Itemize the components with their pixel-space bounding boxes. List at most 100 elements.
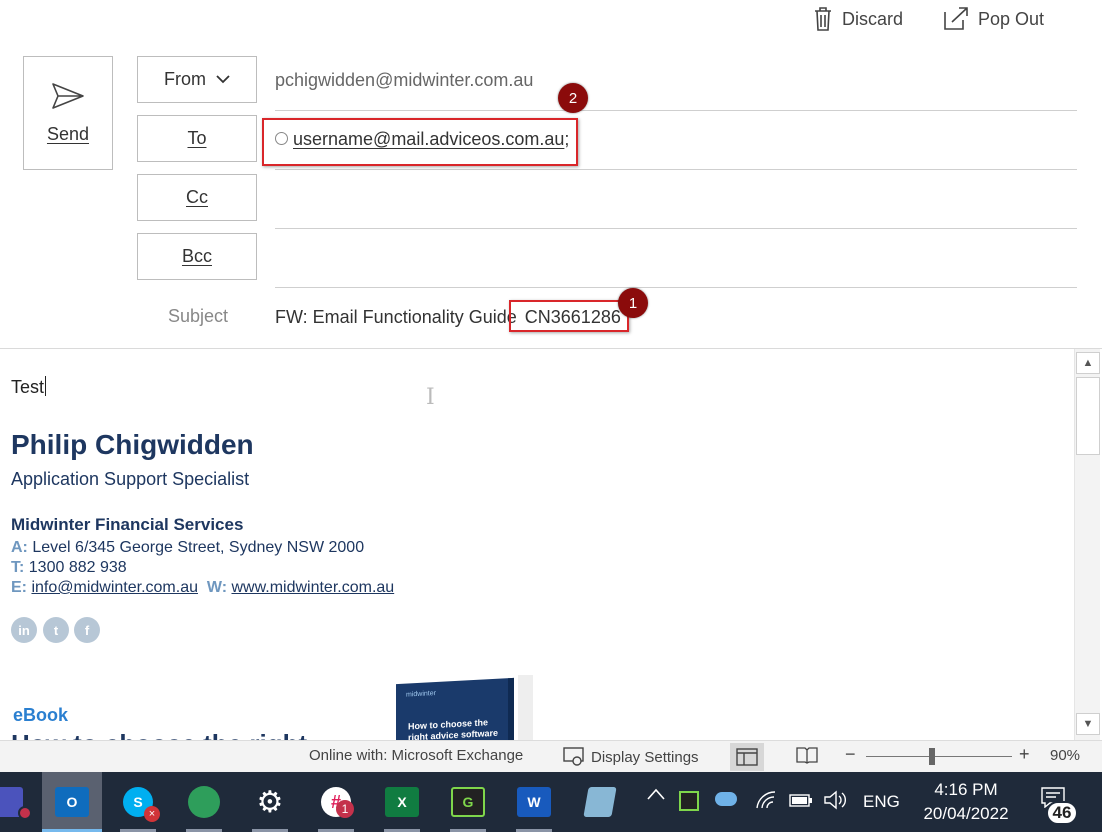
message-body[interactable]: Test I Philip Chigwidden Application Sup… — [0, 349, 1074, 740]
reading-view-button[interactable] — [796, 746, 818, 764]
clock-date: 20/04/2022 — [923, 804, 1009, 823]
send-icon — [52, 82, 84, 109]
ebook-title: How to choose the right — [11, 729, 307, 740]
signature-phone: T: 1300 882 938 — [11, 559, 127, 576]
from-button[interactable]: From — [137, 56, 257, 103]
status-bar: Online with: Microsoft Exchange Display … — [0, 740, 1102, 772]
greenshot-tray-icon[interactable] — [679, 791, 699, 811]
battery-tray-icon[interactable] — [789, 792, 813, 808]
zoom-in-button[interactable]: + — [1019, 744, 1030, 765]
wifi-tray-icon[interactable] — [755, 790, 777, 810]
book-edge — [518, 675, 533, 740]
to-divider — [275, 169, 1077, 170]
word-app[interactable]: W — [504, 772, 564, 832]
from-address: pchigwidden@midwinter.com.au — [275, 70, 534, 90]
clock-time: 4:16 PM — [934, 780, 998, 799]
to-button[interactable]: To — [137, 115, 257, 162]
text-caret — [45, 376, 47, 396]
windows-taskbar: O S × ⚙ # 1 X G W ENG 4:16 PM 20/04/2022… — [0, 772, 1102, 832]
send-button[interactable]: Send — [23, 56, 113, 170]
notepad-icon — [583, 787, 617, 817]
ibeam-cursor-icon: I — [426, 385, 435, 410]
speaker-icon — [824, 790, 846, 810]
gear-icon: ⚙ — [256, 785, 284, 819]
notepad-app[interactable] — [570, 772, 630, 832]
ebook-label: eBook — [13, 705, 69, 725]
annotation-marker-1: 1 — [618, 288, 648, 318]
scroll-up-button[interactable]: ▲ — [1076, 352, 1100, 374]
discard-button[interactable]: Discard — [812, 4, 903, 34]
globe-app[interactable] — [174, 772, 234, 832]
teams-status-dot — [18, 806, 32, 820]
excel-icon: X — [385, 787, 419, 817]
taskbar-clock[interactable]: 4:16 PM 20/04/2022 — [914, 778, 1018, 826]
skype-error-badge: × — [144, 806, 160, 822]
cc-field[interactable] — [275, 228, 1077, 229]
trash-icon — [815, 7, 831, 31]
display-settings-label: Display Settings — [591, 748, 699, 766]
greenshot-app[interactable]: G — [438, 772, 498, 832]
globe-icon — [188, 786, 220, 818]
zoom-out-button[interactable]: − — [845, 744, 856, 765]
pop-out-label: Pop Out — [978, 8, 1045, 29]
bcc-button[interactable]: Bcc — [137, 233, 257, 280]
outlook-icon: O — [55, 787, 89, 817]
send-label: Send — [46, 123, 90, 144]
discard-label: Discard — [842, 8, 904, 29]
word-icon: W — [517, 787, 551, 817]
cc-button[interactable]: Cc — [137, 174, 257, 221]
show-hidden-icons-button[interactable] — [647, 788, 665, 800]
teams-app[interactable] — [0, 772, 38, 832]
greenshot-tray-glyph — [679, 791, 699, 811]
from-divider — [275, 110, 1077, 111]
bcc-label: Bcc — [181, 246, 212, 266]
volume-tray-icon[interactable] — [823, 790, 847, 810]
twitter-icon[interactable]: t — [43, 617, 69, 643]
pop-out-icon — [944, 7, 968, 30]
notification-count-badge: 46 — [1046, 801, 1078, 825]
body-scrollbar[interactable]: ▲ ▼ — [1074, 349, 1100, 740]
zoom-percent[interactable]: 90% — [1050, 747, 1080, 764]
from-label: From — [164, 69, 206, 89]
book-title: How to choose the right advice software — [408, 717, 499, 740]
greenshot-icon: G — [451, 787, 485, 817]
signature-name: Philip Chigwidden — [11, 429, 254, 460]
scroll-thumb[interactable] — [1076, 377, 1100, 455]
ebook-cover-image[interactable]: midwinter How to choose the right advice… — [396, 677, 514, 740]
linkedin-icon[interactable]: in — [11, 617, 37, 643]
zoom-slider-thumb[interactable] — [929, 748, 935, 765]
display-settings-button[interactable]: Display Settings — [563, 747, 699, 767]
facebook-icon[interactable]: f — [74, 617, 100, 643]
language-indicator[interactable]: ENG — [863, 792, 900, 812]
chevron-up-icon — [647, 788, 665, 800]
cc-label: Cc — [186, 187, 208, 207]
to-label: To — [187, 128, 207, 148]
signature-contact: E: info@midwinter.com.au W: www.midwinte… — [11, 579, 395, 596]
signature-web-link[interactable]: www.midwinter.com.au — [231, 579, 394, 596]
annotation-marker-2: 2 — [558, 83, 588, 113]
normal-view-button[interactable] — [730, 743, 764, 771]
bcc-field[interactable] — [275, 287, 1077, 288]
signature-email-link[interactable]: info@midwinter.com.au — [31, 579, 198, 596]
scroll-down-button[interactable]: ▼ — [1076, 713, 1100, 735]
pop-out-button[interactable]: Pop Out — [942, 4, 1044, 34]
slack-app[interactable]: # 1 — [306, 772, 366, 832]
skype-app[interactable]: S × — [108, 772, 168, 832]
excel-app[interactable]: X — [372, 772, 432, 832]
signature-title: Application Support Specialist — [11, 469, 250, 489]
book-brand: midwinter — [406, 689, 436, 699]
signature-company: Midwinter Financial Services — [11, 515, 244, 534]
signature-address: A: Level 6/345 George Street, Sydney NSW… — [11, 539, 365, 556]
annotation-box-1 — [509, 300, 629, 332]
outlook-app[interactable]: O — [42, 772, 102, 832]
onedrive-tray-icon[interactable] — [715, 792, 737, 806]
settings-app[interactable]: ⚙ — [240, 772, 300, 832]
subject-text: FW: Email Functionality Guide — [275, 307, 517, 327]
display-settings-icon — [563, 747, 584, 766]
cloud-icon — [715, 792, 737, 806]
connection-status: Online with: Microsoft Exchange — [309, 747, 524, 764]
slack-badge: 1 — [336, 800, 354, 818]
wifi-icon — [756, 791, 776, 809]
zoom-slider-track[interactable] — [866, 756, 1012, 757]
body-text: Test — [11, 376, 47, 397]
